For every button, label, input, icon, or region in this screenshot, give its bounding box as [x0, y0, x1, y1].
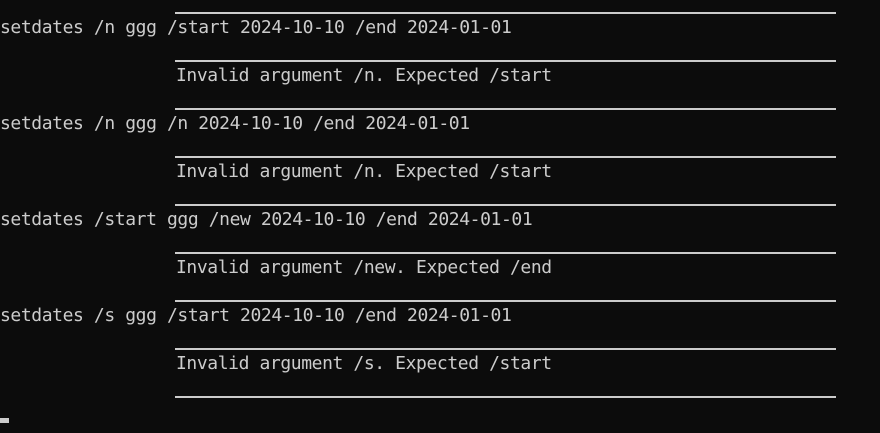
divider-line	[175, 252, 836, 254]
command-line: setdates /start ggg /new 2024-10-10 /end…	[0, 209, 533, 230]
divider-line	[175, 108, 836, 110]
error-response: Invalid argument /new. Expected /end	[176, 257, 552, 278]
command-line: setdates /n ggg /n 2024-10-10 /end 2024-…	[0, 113, 470, 134]
error-response: Invalid argument /n. Expected /start	[176, 161, 552, 182]
command-line: setdates /s ggg /start 2024-10-10 /end 2…	[0, 305, 512, 326]
error-response: Invalid argument /s. Expected /start	[176, 353, 552, 374]
text-cursor[interactable]	[0, 418, 9, 423]
divider-line	[175, 60, 836, 62]
divider-line	[175, 12, 836, 14]
divider-line	[175, 156, 836, 158]
divider-line	[175, 396, 836, 398]
command-line: setdates /n ggg /start 2024-10-10 /end 2…	[0, 17, 512, 38]
error-response: Invalid argument /n. Expected /start	[176, 65, 552, 86]
terminal-window[interactable]: setdates /n ggg /start 2024-10-10 /end 2…	[0, 0, 880, 433]
divider-line	[175, 348, 836, 350]
divider-line	[175, 300, 836, 302]
divider-line	[175, 204, 836, 206]
